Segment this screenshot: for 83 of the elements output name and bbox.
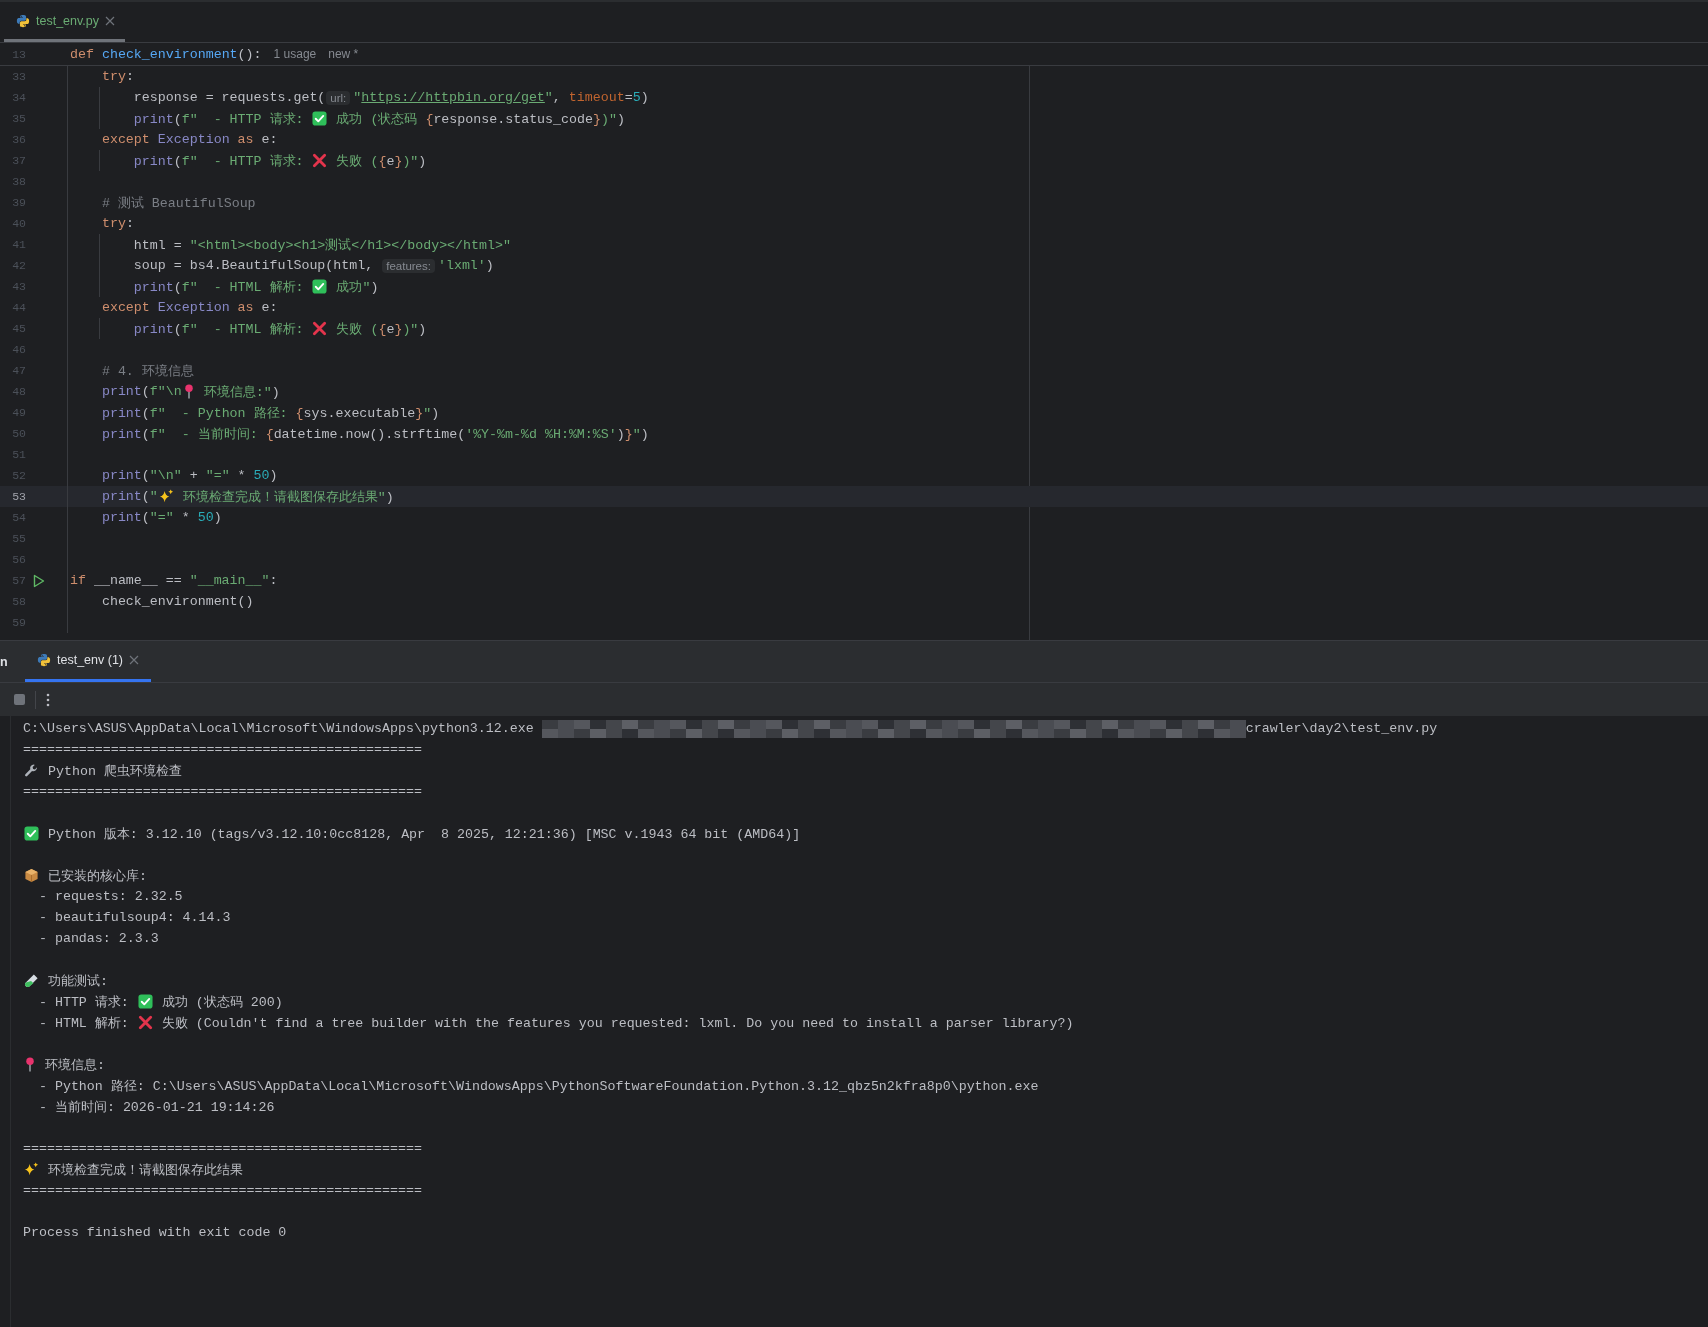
more-icon[interactable] bbox=[46, 692, 50, 707]
console-text: 环境信息: bbox=[43, 1056, 105, 1074]
pin-icon bbox=[24, 1057, 36, 1072]
console-text: 成功 (状态码 200) bbox=[160, 993, 283, 1011]
code-text: 环境信息:") bbox=[202, 383, 280, 401]
console-text: 失败 (Couldn't find a tree builder with the features you requested: lxml. Do you need to install a parser library?) bbox=[160, 1014, 1074, 1032]
code-text: print(" bbox=[100, 489, 158, 504]
code-text: try: bbox=[100, 216, 134, 231]
check-icon bbox=[137, 994, 153, 1009]
check-icon bbox=[24, 826, 39, 841]
code-text: print(f" - HTTP 请求: bbox=[132, 152, 305, 170]
console-text: - HTTP 请求: bbox=[37, 993, 130, 1011]
code-text: except Exception as e: bbox=[100, 132, 278, 147]
test-tube-icon bbox=[24, 973, 39, 988]
code-text: response = requests.get( bbox=[132, 90, 326, 105]
code-text: ", timeout=5) bbox=[544, 90, 649, 105]
code-text: # 测试 BeautifulSoup bbox=[100, 194, 256, 212]
code-text: html = "<html><body><h1>测试</h1></body></html>" bbox=[132, 236, 511, 254]
tab-label: test_env (1) bbox=[57, 653, 123, 667]
console-text: Process finished with exit code 0 bbox=[23, 1225, 287, 1240]
code-lens[interactable]: new * bbox=[328, 47, 359, 61]
console-text: C:\Users\ASUS\AppData\Local\Microsoft\WindowsApps\python3.12.exe bbox=[23, 721, 534, 736]
code-text: try: bbox=[100, 69, 134, 84]
code-text: check_environment() bbox=[100, 594, 254, 609]
code-text: if __name__ == "__main__": bbox=[70, 573, 278, 588]
link[interactable]: https://httpbin.org/get bbox=[361, 90, 545, 105]
sparkle-icon bbox=[24, 1162, 39, 1177]
python-icon bbox=[37, 653, 51, 667]
code-text: 'lxml') bbox=[437, 258, 494, 273]
console-text: Python 版本: 3.12.10 (tags/v3.12.10:0cc8128, Apr 8 2025, 12:21:36) [MSC v.1943 64 bit (AMD64)] bbox=[46, 825, 801, 843]
code-text: 失败 ({e})") bbox=[335, 320, 427, 338]
code-text: print("\n" + "=" * 50) bbox=[100, 468, 278, 483]
console-text: 已安装的核心库: bbox=[46, 867, 147, 885]
code-text: 成功 (状态码 {response.status_code})") bbox=[335, 110, 625, 128]
close-icon[interactable] bbox=[129, 655, 139, 665]
cross-icon bbox=[137, 1015, 153, 1030]
code-text: print(f" - 当前时间: {datetime.now().strftime('%Y-%m-%d %H:%M:%S')}") bbox=[100, 425, 649, 443]
python-icon bbox=[16, 13, 30, 28]
code-text: print(f"\n bbox=[100, 384, 182, 399]
code-text: " bbox=[353, 90, 362, 105]
console-text: - requests: 2.32.5 bbox=[37, 889, 183, 904]
console-text: - pandas: 2.3.3 bbox=[37, 931, 159, 946]
run-icon[interactable] bbox=[33, 573, 45, 588]
check-icon bbox=[312, 279, 328, 294]
console-text: crawler\day2\test_env.py bbox=[1245, 721, 1438, 736]
line-number: 53 bbox=[11, 490, 26, 503]
code-text: print("=" * 50) bbox=[100, 510, 222, 525]
console-text: ================================================== bbox=[23, 1141, 422, 1156]
cross-icon bbox=[312, 321, 328, 336]
code-text: 成功") bbox=[335, 278, 379, 296]
inlay-hint: url: bbox=[326, 90, 351, 105]
console-text: - beautifulsoup4: 4.14.3 bbox=[37, 910, 231, 925]
tab-label: test_env.py bbox=[36, 13, 99, 28]
check-icon bbox=[312, 111, 328, 126]
code-lens[interactable]: 1 usage bbox=[273, 47, 317, 61]
sparkle-icon bbox=[158, 489, 174, 504]
console-text: - HTML 解析: bbox=[37, 1014, 130, 1032]
panel-title: n bbox=[0, 654, 9, 669]
console-text: ================================================== bbox=[23, 1183, 422, 1198]
box-icon bbox=[24, 868, 39, 883]
pin-icon bbox=[182, 384, 195, 399]
console-text: - 当前时间: 2026-01-21 19:14:26 bbox=[37, 1098, 275, 1116]
console-text: 环境检查完成！请截图保存此结果 bbox=[46, 1161, 243, 1179]
console-text: - Python 路径: C:\Users\ASUS\AppData\Local\Microsoft\WindowsApps\PythonSoftwareFoundation.Python.3.12_qbz5n2kfra8p0\python.exe bbox=[37, 1077, 1039, 1095]
code-text: # 4. 环境信息 bbox=[100, 362, 194, 380]
code-text: print(f" - Python 路径: {sys.executable}") bbox=[100, 404, 440, 422]
console-text: Python 爬虫环境检查 bbox=[46, 762, 182, 780]
cross-icon bbox=[312, 153, 328, 168]
stop-icon[interactable] bbox=[14, 694, 25, 705]
console-text: ================================================== bbox=[23, 784, 422, 799]
inlay-hint: features: bbox=[382, 258, 435, 273]
wrench-icon bbox=[24, 763, 39, 778]
console-text: 功能测试: bbox=[46, 972, 108, 990]
console-text: ================================================== bbox=[23, 742, 422, 757]
code-text: except Exception as e: bbox=[100, 300, 278, 315]
code-text: 失败 ({e})") bbox=[335, 152, 427, 170]
code-text: print(f" - HTML 解析: bbox=[132, 320, 305, 338]
code-text: print(f" - HTML 解析: bbox=[132, 278, 305, 296]
code-text: print(f" - HTTP 请求: bbox=[132, 110, 305, 128]
code-text: soup = bs4.BeautifulSoup(html, bbox=[132, 258, 375, 273]
code-text: 环境检查完成！请截图保存此结果") bbox=[181, 488, 394, 506]
close-icon[interactable] bbox=[105, 15, 115, 26]
code-text: def check_environment(): bbox=[70, 46, 262, 62]
